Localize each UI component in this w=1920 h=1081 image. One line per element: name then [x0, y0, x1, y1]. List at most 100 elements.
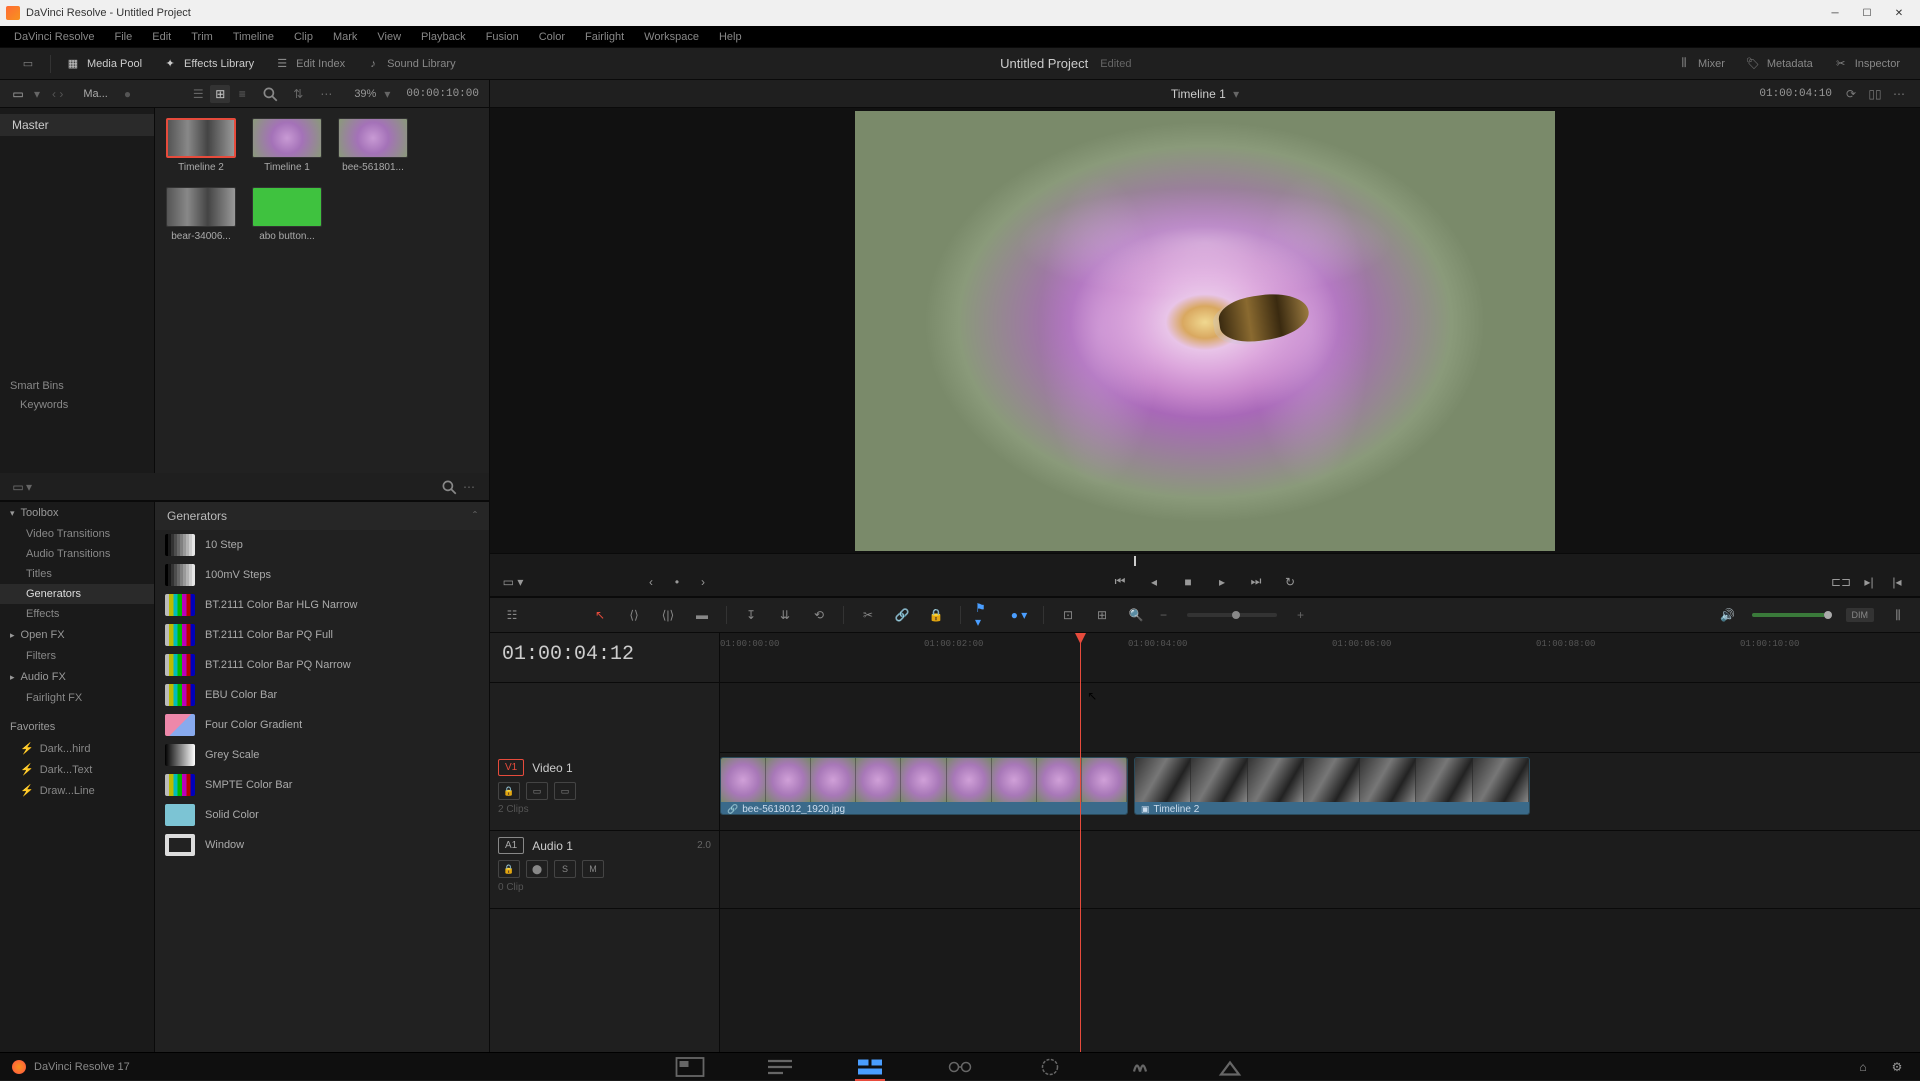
- volume-icon[interactable]: 🔊: [1718, 605, 1738, 625]
- project-settings-button[interactable]: ⚙: [1886, 1056, 1908, 1078]
- audio-lock-button[interactable]: 🔒: [498, 860, 520, 878]
- stop-button[interactable]: ■: [1177, 571, 1199, 593]
- clip-thumb[interactable]: bear-34006...: [165, 187, 237, 242]
- zoom-slider[interactable]: [1187, 613, 1277, 617]
- sort-button[interactable]: ⇅: [288, 85, 308, 103]
- generator-item[interactable]: Solid Color: [155, 800, 489, 830]
- video-track-lane[interactable]: 🔗bee-5618012_1920.jpg ▣Timeline 2: [720, 753, 1920, 831]
- match-frame-home[interactable]: •: [666, 571, 688, 593]
- fx-sub-effects[interactable]: Effects: [0, 604, 154, 624]
- viewer-mode-dropdown[interactable]: ▭ ▾: [502, 571, 524, 593]
- overwrite-clip-button[interactable]: ⇊: [775, 605, 795, 625]
- search-button[interactable]: [260, 85, 280, 103]
- zoom-to-fit-button[interactable]: ⊡: [1058, 605, 1078, 625]
- menu-color[interactable]: Color: [529, 28, 575, 46]
- audio-meter-icon[interactable]: ⫼: [1888, 605, 1908, 625]
- menu-playback[interactable]: Playback: [411, 28, 476, 46]
- media-page-tab[interactable]: [675, 1056, 705, 1078]
- menu-file[interactable]: File: [105, 28, 143, 46]
- timeline-view-options[interactable]: ☷: [502, 605, 522, 625]
- fx-sub-video-transitions[interactable]: Video Transitions: [0, 524, 154, 544]
- viewer-timeline-name[interactable]: Timeline 1: [1171, 87, 1226, 101]
- generator-item[interactable]: BT.2111 Color Bar PQ Narrow: [155, 650, 489, 680]
- generator-item[interactable]: EBU Color Bar: [155, 680, 489, 710]
- menu-timeline[interactable]: Timeline: [223, 28, 284, 46]
- menu-clip[interactable]: Clip: [284, 28, 323, 46]
- options-button[interactable]: ⋯: [316, 85, 336, 103]
- view-mode-button[interactable]: ▭: [10, 52, 46, 76]
- volume-slider[interactable]: [1752, 613, 1832, 617]
- match-frame-next[interactable]: ›: [692, 571, 714, 593]
- selection-tool[interactable]: ↖: [590, 605, 610, 625]
- audio-solo-button[interactable]: S: [554, 860, 576, 878]
- cut-page-tab[interactable]: [765, 1056, 795, 1078]
- detail-view-button[interactable]: ≡: [232, 85, 252, 103]
- razor-tool[interactable]: ✂: [858, 605, 878, 625]
- custom-zoom-button[interactable]: 🔍: [1126, 605, 1146, 625]
- last-edit-button[interactable]: |◂: [1886, 571, 1908, 593]
- menu-workspace[interactable]: Workspace: [634, 28, 709, 46]
- flag-tool[interactable]: ⚑ ▾: [975, 605, 995, 625]
- effects-library-toggle[interactable]: ✦ Effects Library: [152, 52, 264, 76]
- menu-fusion[interactable]: Fusion: [476, 28, 529, 46]
- menu-help[interactable]: Help: [709, 28, 752, 46]
- inspector-toggle[interactable]: ✂ Inspector: [1823, 52, 1910, 76]
- audio-track-badge[interactable]: A1: [498, 837, 524, 854]
- color-page-tab[interactable]: [1035, 1056, 1065, 1078]
- grid-view-button[interactable]: ⊞: [210, 85, 230, 103]
- fx-favorite-item[interactable]: ⚡Dark...hird: [0, 738, 154, 759]
- home-button[interactable]: ⌂: [1852, 1056, 1874, 1078]
- fx-sub-generators[interactable]: Generators: [0, 584, 154, 604]
- audio-arm-button[interactable]: ⬤: [526, 860, 548, 878]
- clip-thumb[interactable]: bee-561801...: [337, 118, 409, 173]
- fx-search-button[interactable]: [439, 478, 459, 496]
- fx-cat-audiofx[interactable]: Audio FX: [0, 666, 154, 688]
- media-pool-toggle[interactable]: ▦ Media Pool: [55, 52, 152, 76]
- program-viewer[interactable]: [490, 108, 1920, 553]
- play-button[interactable]: ▸: [1211, 571, 1233, 593]
- fx-list-collapse-icon[interactable]: ˆ: [473, 509, 477, 523]
- bin-master[interactable]: Master: [0, 114, 154, 136]
- step-back-button[interactable]: ◂: [1143, 571, 1165, 593]
- menu-trim[interactable]: Trim: [181, 28, 223, 46]
- deliver-page-tab[interactable]: [1215, 1056, 1245, 1078]
- generator-item[interactable]: Four Color Gradient: [155, 710, 489, 740]
- fx-options-button[interactable]: ⋯: [459, 478, 479, 496]
- pool-tab-master[interactable]: Ma...: [75, 86, 115, 102]
- bin-icon[interactable]: ▭: [10, 86, 26, 102]
- clip-thumb[interactable]: Timeline 2: [165, 118, 237, 173]
- generator-item[interactable]: Grey Scale: [155, 740, 489, 770]
- marker-tool[interactable]: ● ▾: [1009, 605, 1029, 625]
- list-view-button[interactable]: ☰: [188, 85, 208, 103]
- next-edit-button[interactable]: ▸|: [1858, 571, 1880, 593]
- fx-favorite-item[interactable]: ⚡Dark...Text: [0, 759, 154, 780]
- fx-sub-titles[interactable]: Titles: [0, 564, 154, 584]
- audio-mute-button[interactable]: M: [582, 860, 604, 878]
- jump-start-button[interactable]: ⏮: [1109, 571, 1131, 593]
- track-lock-button[interactable]: 🔒: [498, 782, 520, 800]
- smart-bin-keywords[interactable]: Keywords: [0, 396, 154, 414]
- detail-zoom-button[interactable]: ⊞: [1092, 605, 1112, 625]
- metadata-toggle[interactable]: 🏷 Metadata: [1735, 52, 1823, 76]
- fusion-page-tab[interactable]: [945, 1056, 975, 1078]
- smart-bins-header[interactable]: Smart Bins: [0, 376, 154, 396]
- trim-tool[interactable]: ⟨⟩: [624, 605, 644, 625]
- clip-thumb[interactable]: Timeline 1: [251, 118, 323, 173]
- blade-tool[interactable]: ▬: [692, 605, 712, 625]
- insert-clip-button[interactable]: ↧: [741, 605, 761, 625]
- edit-index-toggle[interactable]: ☰ Edit Index: [264, 52, 355, 76]
- menu-mark[interactable]: Mark: [323, 28, 367, 46]
- menu-view[interactable]: View: [367, 28, 411, 46]
- viewer-options-icon[interactable]: ⋯: [1890, 85, 1908, 103]
- close-button[interactable]: ✕: [1884, 3, 1914, 23]
- dynamic-trim-tool[interactable]: ⟨|⟩: [658, 605, 678, 625]
- menu-edit[interactable]: Edit: [142, 28, 181, 46]
- match-frame-prev[interactable]: ‹: [640, 571, 662, 593]
- generator-item[interactable]: BT.2111 Color Bar HLG Narrow: [155, 590, 489, 620]
- lock-tool[interactable]: 🔒: [926, 605, 946, 625]
- clip-bee[interactable]: 🔗bee-5618012_1920.jpg: [720, 757, 1128, 815]
- link-tool[interactable]: 🔗: [892, 605, 912, 625]
- edit-page-tab[interactable]: [855, 1056, 885, 1078]
- generator-item[interactable]: Window: [155, 830, 489, 860]
- fx-favorite-item[interactable]: ⚡Draw...Line: [0, 780, 154, 801]
